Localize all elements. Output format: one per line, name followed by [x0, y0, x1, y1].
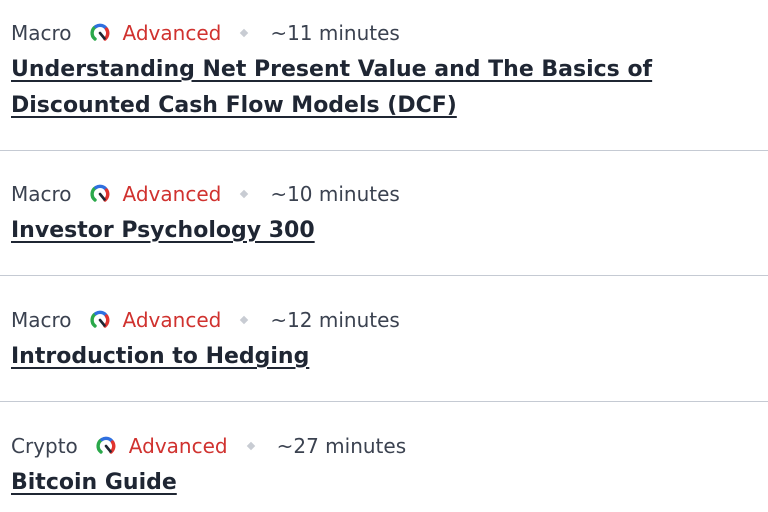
category-label: Crypto — [11, 434, 78, 458]
gauge-advanced-icon — [89, 309, 111, 331]
read-duration: ~12 minutes — [270, 308, 400, 332]
read-duration: ~27 minutes — [276, 434, 407, 458]
category-label: Macro — [11, 182, 72, 206]
article-card: Macro Advanced ~11 minutes Understanding… — [0, 20, 768, 124]
difficulty-level: Advanced — [122, 182, 222, 206]
gauge-advanced-icon — [89, 183, 111, 205]
read-duration: ~11 minutes — [270, 21, 400, 45]
article-title-link[interactable]: Understanding Net Present Value and The … — [11, 52, 751, 124]
article-meta: Macro Advanced ~12 minutes — [11, 307, 768, 333]
article-card: Macro Advanced ~12 minutes Introduction … — [0, 307, 768, 375]
divider — [0, 150, 768, 151]
article-meta: Crypto Advanced ~27 minutes — [11, 433, 768, 459]
difficulty-level: Advanced — [128, 434, 228, 458]
separator-dot — [240, 315, 249, 325]
divider — [0, 401, 768, 402]
separator-dot — [246, 441, 255, 451]
difficulty-level: Advanced — [122, 308, 222, 332]
divider — [0, 275, 768, 276]
category-label: Macro — [11, 308, 72, 332]
article-title-link[interactable]: Introduction to Hedging — [11, 339, 751, 375]
article-title-link[interactable]: Bitcoin Guide — [11, 465, 751, 501]
article-card: Crypto Advanced ~27 minutes Bitcoin Guid… — [0, 433, 768, 501]
read-duration: ~10 minutes — [270, 182, 400, 206]
article-meta: Macro Advanced ~10 minutes — [11, 181, 768, 207]
article-list: Macro Advanced ~11 minutes Understanding… — [0, 0, 768, 512]
article-title-link[interactable]: Investor Psychology 300 — [11, 213, 751, 249]
gauge-advanced-icon — [95, 435, 117, 457]
article-meta: Macro Advanced ~11 minutes — [11, 20, 768, 46]
difficulty-level: Advanced — [122, 21, 222, 45]
separator-dot — [240, 189, 249, 199]
article-card: Macro Advanced ~10 minutes Investor Psyc… — [0, 181, 768, 249]
gauge-advanced-icon — [89, 22, 111, 44]
category-label: Macro — [11, 21, 72, 45]
separator-dot — [240, 28, 249, 38]
